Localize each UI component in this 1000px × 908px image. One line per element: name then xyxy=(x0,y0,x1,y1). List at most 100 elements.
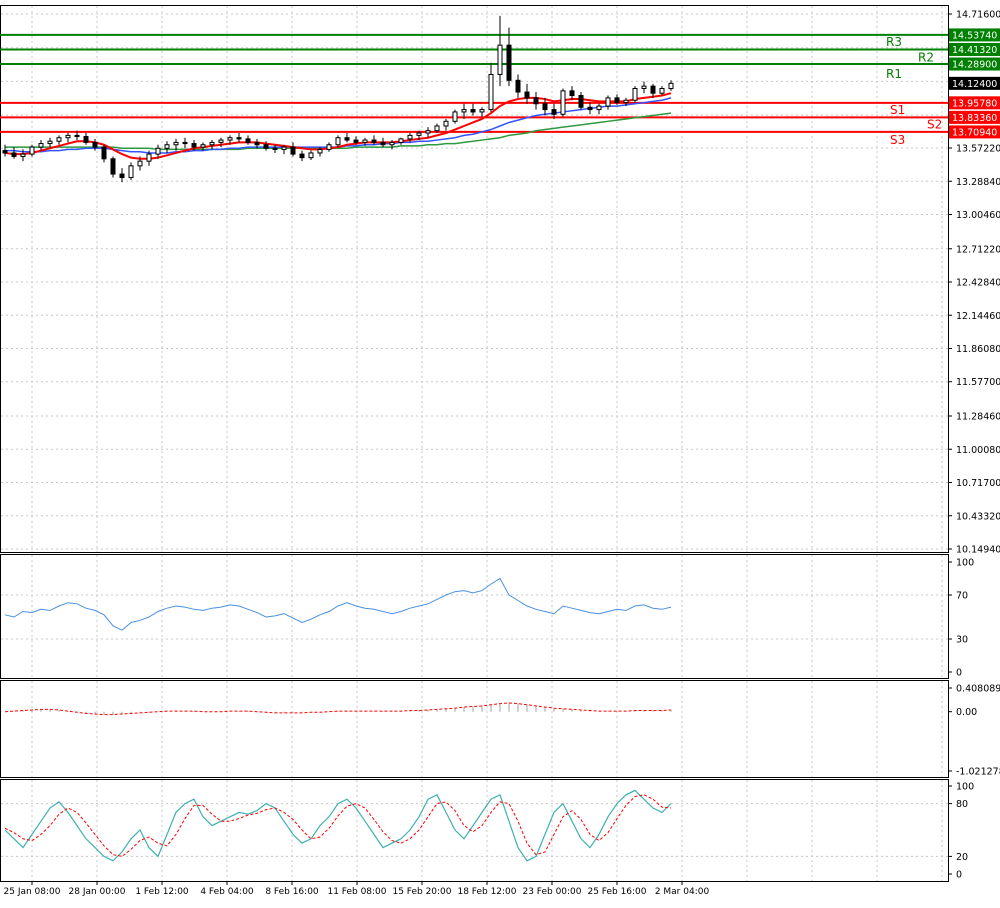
candle-body xyxy=(587,106,593,111)
candle-body xyxy=(335,137,341,146)
candle-body xyxy=(551,109,557,115)
stoch-tick-label: 100 xyxy=(956,782,974,793)
candle-body xyxy=(182,141,188,145)
candle-body xyxy=(434,125,440,132)
candle-body xyxy=(389,141,395,146)
candle-body xyxy=(164,144,170,149)
candle-body xyxy=(353,139,359,143)
level-price-label: 14.28900 xyxy=(952,60,997,71)
candle-body xyxy=(263,144,269,149)
time-tick-label: 18 Feb 12:00 xyxy=(457,887,516,897)
trading-chart: 14.7160014.4284014.1406013.8528013.57220… xyxy=(0,0,1000,904)
chart-svg: 14.7160014.4284014.1406013.8528013.57220… xyxy=(0,5,1000,897)
candle-body xyxy=(461,109,467,113)
time-tick-label: 15 Feb 20:00 xyxy=(392,887,451,897)
level-name-s1: S1 xyxy=(890,103,905,117)
time-tick-label: 4 Feb 04:00 xyxy=(200,887,254,897)
level-name-s3: S3 xyxy=(890,133,905,147)
candle-body xyxy=(479,109,485,113)
time-tick-label: 1 Feb 12:00 xyxy=(135,887,189,897)
candle-body xyxy=(200,144,206,148)
price-tick-label: 14.71600 xyxy=(956,10,1000,21)
time-tick-label: 23 Feb 00:00 xyxy=(522,887,581,897)
candle-body xyxy=(119,173,125,179)
level-name-r3: R3 xyxy=(886,35,902,49)
candle-body xyxy=(380,141,386,146)
candle-body xyxy=(515,79,521,93)
level-price-label: 13.83360 xyxy=(952,113,997,124)
candle-body xyxy=(137,160,143,167)
candle-body xyxy=(542,103,548,111)
level-price-label: 14.41320 xyxy=(952,45,997,56)
candle-body xyxy=(650,85,656,94)
candle-body xyxy=(641,85,647,90)
level-name-r1: R1 xyxy=(886,67,902,81)
candle-body xyxy=(254,141,260,146)
time-tick-label: 8 Feb 16:00 xyxy=(265,887,319,897)
candle-body xyxy=(317,148,323,154)
candle-body xyxy=(452,111,458,122)
time-tick-label: 25 Feb 16:00 xyxy=(587,887,646,897)
stoch-tick-label: 0 xyxy=(956,870,962,881)
time-tick-label: 25 Jan 08:00 xyxy=(4,887,61,897)
candle-body xyxy=(218,139,224,143)
price-tick-label: 10.71700 xyxy=(956,478,1000,489)
candle-body xyxy=(407,134,413,140)
stoch-tick-label: 80 xyxy=(956,799,968,810)
candle-body xyxy=(344,137,350,141)
level-price-label: 13.95780 xyxy=(952,98,997,109)
candle-body xyxy=(614,97,620,104)
candle-body xyxy=(371,139,377,143)
candle-body xyxy=(416,132,422,136)
candle-body xyxy=(146,153,152,162)
stoch-tick-label: 20 xyxy=(956,852,968,863)
candle-body xyxy=(209,141,215,146)
candle-body xyxy=(659,88,665,94)
macd-tick-label: 0.00 xyxy=(956,707,977,718)
rsi-tick-label: 100 xyxy=(956,558,974,569)
candle-body xyxy=(65,134,71,139)
candle-body xyxy=(569,90,575,97)
candle-body xyxy=(299,153,305,159)
candle-body xyxy=(506,44,512,81)
panel-frame-rsi xyxy=(0,554,949,679)
candle-body xyxy=(281,146,287,150)
candle-body xyxy=(83,136,89,143)
candle-body xyxy=(20,153,26,157)
rsi-tick-label: 30 xyxy=(956,635,968,646)
candle-body xyxy=(443,120,449,127)
candle-body xyxy=(155,147,161,155)
level-name-r2: R2 xyxy=(918,50,934,64)
candle-body xyxy=(533,97,539,105)
candle-body xyxy=(398,138,404,143)
candle-body xyxy=(290,146,296,155)
candle-body xyxy=(191,143,197,148)
rsi-line xyxy=(4,577,672,631)
time-tick-label: 2 Mar 04:00 xyxy=(655,887,710,897)
price-tick-label: 11.57700 xyxy=(956,377,1000,388)
price-tick-label: 11.86080 xyxy=(956,344,1000,355)
price-tick-label: 10.43320 xyxy=(956,511,1000,522)
candle-body xyxy=(173,141,179,146)
price-tick-label: 13.28840 xyxy=(956,177,1000,188)
candle-body xyxy=(425,130,431,134)
panel-frame-macd xyxy=(0,680,949,778)
price-tick-label: 12.42840 xyxy=(956,278,1000,289)
candle-body xyxy=(92,141,98,148)
rsi-tick-label: 70 xyxy=(956,591,968,602)
candle-body xyxy=(245,138,251,143)
candle-body xyxy=(560,90,566,115)
price-tick-label: 12.71220 xyxy=(956,244,1000,255)
candle-body xyxy=(605,97,611,107)
candle-body xyxy=(632,88,638,101)
candle-body xyxy=(524,91,530,99)
price-tick-label: 13.57220 xyxy=(956,144,1000,155)
macd-signal-line xyxy=(4,702,672,716)
candle-body xyxy=(236,137,242,140)
candle-body xyxy=(470,109,476,113)
candle-body xyxy=(110,158,116,175)
level-price-label: 13.70940 xyxy=(952,127,997,138)
candle-body xyxy=(2,150,8,154)
candle-body xyxy=(272,147,278,150)
candle-body xyxy=(596,105,602,111)
